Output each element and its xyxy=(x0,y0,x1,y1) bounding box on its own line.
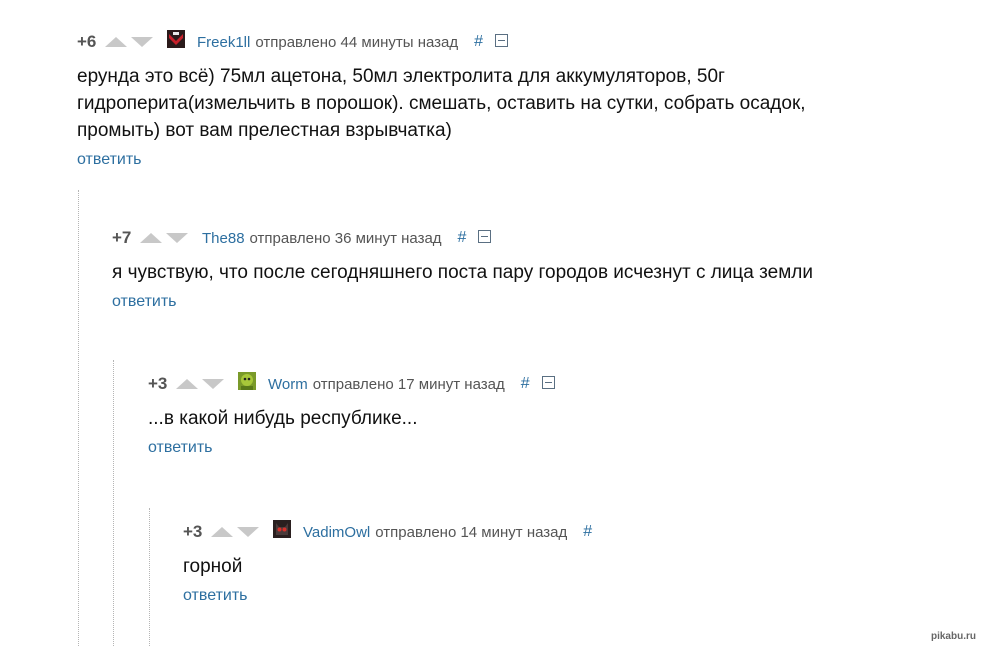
timestamp: отправлено 17 минут назад xyxy=(312,375,505,393)
reply-link[interactable]: ответить xyxy=(77,151,142,169)
comment: +3 VadimOwl отправлено 14 минут назад # … xyxy=(183,520,923,605)
comment: +3 Worm отправлено 17 минут назад # ...в… xyxy=(148,372,908,457)
downvote-icon[interactable] xyxy=(237,527,259,537)
permalink-hash[interactable]: # xyxy=(583,523,592,541)
upvote-icon[interactable] xyxy=(140,233,162,243)
avatar[interactable] xyxy=(273,520,291,538)
collapse-icon[interactable] xyxy=(541,375,555,389)
reply-link[interactable]: ответить xyxy=(112,293,177,311)
author-name[interactable]: Worm xyxy=(268,376,308,393)
rating: +6 xyxy=(77,32,97,51)
upvote-icon[interactable] xyxy=(176,379,198,389)
rating: +3 xyxy=(183,522,203,541)
comment: +7 The88 отправлено 36 минут назад # я ч… xyxy=(112,227,892,311)
comment-header: +3 Worm отправлено 17 минут назад # xyxy=(148,372,908,395)
rating: +3 xyxy=(148,374,168,393)
author-name[interactable]: The88 xyxy=(202,230,245,247)
timestamp: отправлено 14 минут назад xyxy=(375,523,568,541)
author-name[interactable]: VadimOwl xyxy=(303,524,370,541)
author-name[interactable]: Freek1ll xyxy=(197,34,250,51)
comment-text: я чувствую, что после сегодняшнего поста… xyxy=(112,262,813,283)
avatar[interactable] xyxy=(167,30,185,48)
permalink-hash[interactable]: # xyxy=(521,375,530,393)
collapse-icon[interactable] xyxy=(478,229,492,243)
timestamp: отправлено 44 минуты назад xyxy=(255,33,459,51)
comment-text: ерунда это всё) 75мл ацетона, 50мл элект… xyxy=(77,66,806,141)
thread-line xyxy=(113,360,114,646)
downvote-icon[interactable] xyxy=(202,379,224,389)
comment-text: ...в какой нибудь республике... xyxy=(148,408,418,429)
thread-line xyxy=(78,190,79,646)
permalink-hash[interactable]: # xyxy=(458,229,467,247)
permalink-hash[interactable]: # xyxy=(474,33,483,51)
timestamp: отправлено 36 минут назад xyxy=(249,229,442,247)
comment-header: +6 Freek1ll отправлено 44 минуты назад # xyxy=(77,30,857,53)
comment: +6 Freek1ll отправлено 44 минуты назад #… xyxy=(77,30,857,169)
avatar[interactable] xyxy=(238,372,256,390)
comment-text: горной xyxy=(183,556,243,577)
reply-link[interactable]: ответить xyxy=(183,587,248,605)
downvote-icon[interactable] xyxy=(166,233,188,243)
rating: +7 xyxy=(112,228,132,247)
comment-header: +3 VadimOwl отправлено 14 минут назад # xyxy=(183,520,923,543)
comment-header: +7 The88 отправлено 36 минут назад # xyxy=(112,227,892,249)
upvote-icon[interactable] xyxy=(105,37,127,47)
reply-link[interactable]: ответить xyxy=(148,439,213,457)
watermark: pikabu.ru xyxy=(930,631,976,642)
downvote-icon[interactable] xyxy=(131,37,153,47)
thread-line xyxy=(149,508,150,646)
upvote-icon[interactable] xyxy=(211,527,233,537)
collapse-icon[interactable] xyxy=(495,33,509,47)
